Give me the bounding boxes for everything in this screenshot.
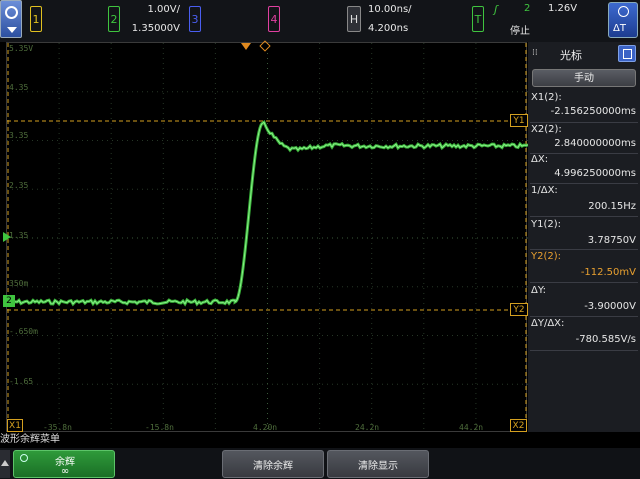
- y1-value[interactable]: 3.78750V: [588, 235, 640, 246]
- channel-2-scale: 1.00V/: [147, 4, 180, 15]
- y-tick-label: 350m: [9, 279, 29, 288]
- y-tick-label: -.650m: [9, 327, 38, 336]
- delta-t-icon: ΔT: [613, 23, 626, 34]
- cursor-mode-button[interactable]: 手动: [532, 69, 636, 87]
- time-delay: 4.200ns: [368, 23, 409, 34]
- cursor-y2-tag[interactable]: Y2: [510, 303, 528, 316]
- persistence-softkey[interactable]: 余辉 ∞: [13, 450, 115, 478]
- help-icon: [618, 6, 629, 17]
- delta-y-label: ΔY:: [531, 285, 546, 296]
- keysight-logo-icon: [5, 6, 18, 19]
- cursor-panel: ⁞⁞ 光标 手动 X1(2): -2.156250000ms X2(2): 2.…: [528, 42, 640, 432]
- persistence-value: ∞: [60, 466, 70, 477]
- panel-grip-icon: ⁞⁞: [532, 48, 538, 58]
- timebase: 10.00ns/: [368, 4, 412, 15]
- panel-menu-button[interactable]: [618, 45, 636, 62]
- x2-label: X2(2):: [531, 124, 562, 135]
- channel-2-offset: 1.35000V: [131, 23, 180, 34]
- delta-y-over-delta-x-value: -780.585V/s: [575, 334, 636, 345]
- channel-2-ground-marker[interactable]: 2: [3, 295, 15, 307]
- cursor-x1-tag[interactable]: X1: [7, 419, 23, 432]
- delta-y-value: -3.90000V: [584, 301, 636, 312]
- delta-x-label: ΔX:: [531, 154, 549, 165]
- x1-value[interactable]: -2.156250000ms: [551, 106, 640, 117]
- horizontal-settings[interactable]: 10.00ns/ 4.200ns: [368, 3, 428, 35]
- channel-3-indicator[interactable]: 3: [189, 6, 201, 32]
- dropdown-triangle-icon: [7, 27, 17, 33]
- y-tick-label: 2.35: [9, 181, 29, 190]
- menu-title: 波形余辉菜单: [0, 432, 640, 448]
- graticule-grid: [7, 43, 528, 433]
- acquisition-status: 停止: [510, 26, 530, 37]
- y1-label: Y1(2):: [531, 219, 562, 230]
- channel-1-indicator[interactable]: 1: [30, 6, 42, 32]
- horizontal-indicator[interactable]: H: [347, 6, 361, 32]
- clear-display-button[interactable]: 清除显示: [327, 450, 429, 478]
- x-tick-label: 44.2n: [459, 423, 484, 432]
- channel-4-indicator[interactable]: 4: [268, 6, 280, 32]
- trigger-indicator[interactable]: T: [472, 6, 484, 32]
- x2-value[interactable]: 2.840000000ms: [554, 138, 640, 149]
- x1-label: X1(2):: [531, 92, 562, 103]
- waveform-display[interactable]: 5.35V 4.35 3.35 2.35 1.35 350m -.650m -1…: [3, 40, 528, 433]
- status-bar: 1 2 1.00V/ 1.35000V 3 4 H 10.00ns/ 4.200…: [0, 0, 640, 42]
- x-tick-label: 4.20n: [253, 423, 278, 432]
- y-tick-label: 3.35: [9, 131, 29, 140]
- clear-persistence-button[interactable]: 清除余辉: [222, 450, 324, 478]
- back-button[interactable]: [0, 450, 10, 478]
- waveform-graticule: [7, 43, 528, 433]
- trigger-source: 2: [524, 3, 531, 14]
- y-tick-label: -1.65: [9, 377, 34, 386]
- trigger-level-marker[interactable]: [3, 232, 11, 242]
- list-icon: [623, 49, 632, 59]
- x-tick-label: -35.8n: [43, 423, 72, 432]
- trigger-position-marker[interactable]: [241, 43, 251, 50]
- back-arrow-icon: [1, 460, 9, 466]
- rising-edge-icon: ʃ: [494, 3, 498, 16]
- channel-2-indicator[interactable]: 2: [108, 6, 120, 32]
- channel-2-settings[interactable]: 1.00V/ 1.35000V: [124, 3, 180, 35]
- inverse-delta-x-label: 1/ΔX:: [531, 185, 558, 196]
- y-tick-label: 1.35: [9, 231, 29, 240]
- delta-y-over-delta-x-label: ΔY/ΔX:: [531, 318, 565, 329]
- y2-label: Y2(2):: [531, 251, 562, 262]
- scope-menu-button[interactable]: [0, 0, 22, 38]
- y2-value[interactable]: -112.50mV: [581, 267, 640, 278]
- cursor-y1-tag[interactable]: Y1: [510, 114, 528, 127]
- panel-title: 光标: [560, 49, 582, 62]
- y-tick-label: 4.35: [9, 83, 29, 92]
- inverse-delta-x-value: 200.15Hz: [588, 201, 636, 212]
- x-tick-label: 24.2n: [355, 423, 380, 432]
- x-tick-label: -15.8n: [145, 423, 174, 432]
- notification-button[interactable]: ΔT: [608, 2, 638, 38]
- delta-x-value: 4.996250000ms: [554, 168, 636, 179]
- y-tick-label: 5.35V: [9, 44, 34, 53]
- softkey-bar: 余辉 ∞ 清除余辉 清除显示: [0, 448, 640, 479]
- trigger-level: 1.26V: [548, 3, 578, 14]
- cursor-x2-tag[interactable]: X2: [510, 419, 527, 432]
